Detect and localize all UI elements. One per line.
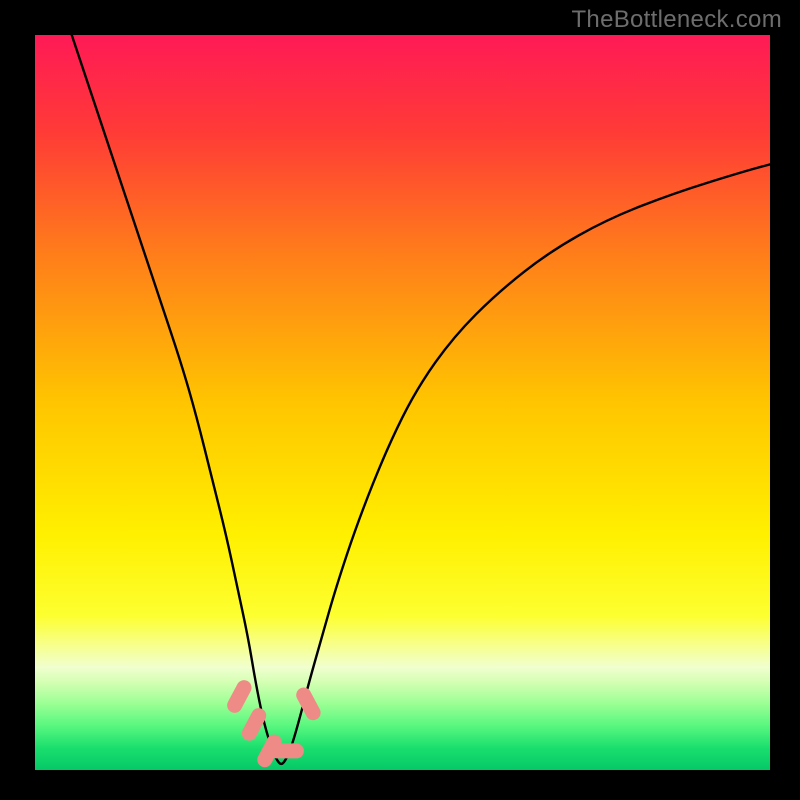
pink-marker-e	[304, 695, 313, 713]
watermark-text: TheBottleneck.com	[571, 6, 782, 34]
pink-marker-b	[249, 716, 258, 734]
pink-marker-a	[235, 688, 244, 706]
chart-frame: TheBottleneck.com	[0, 0, 800, 800]
gradient-background	[35, 35, 770, 770]
bottleneck-chart	[35, 35, 770, 770]
